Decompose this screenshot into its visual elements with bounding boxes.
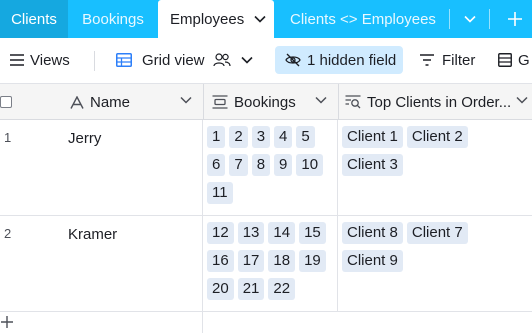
column-header-bookings[interactable]: Bookings: [203, 84, 337, 120]
column-bookings-label: Bookings: [234, 93, 296, 111]
booking-chip[interactable]: 18: [268, 250, 296, 272]
view-name: Grid view: [142, 51, 205, 69]
booking-chip[interactable]: 19: [299, 250, 326, 272]
top-clients-cell[interactable]: Client 8 Client 7 Client 9: [342, 222, 532, 278]
tab-clients-label: Clients: [11, 10, 57, 28]
table-tab-bar: Clients Bookings Employees Clients <> Em…: [0, 0, 532, 38]
menu-icon: [10, 54, 24, 66]
chevron-down-icon[interactable]: [180, 96, 192, 104]
booking-chip[interactable]: 15: [299, 222, 326, 244]
tab-divider: [449, 9, 450, 29]
views-button[interactable]: Views: [10, 46, 70, 74]
filter-button[interactable]: Filter: [420, 46, 475, 74]
chevron-down-icon[interactable]: [516, 96, 528, 104]
column-header-name[interactable]: Name: [62, 84, 202, 120]
booking-chip[interactable]: 4: [274, 126, 293, 148]
bookings-cell[interactable]: 1 2 3 4 5 6 7 8 9 10 11: [207, 126, 335, 210]
booking-chip[interactable]: 20: [207, 278, 234, 300]
tab-clients[interactable]: Clients: [0, 0, 68, 38]
booking-chip[interactable]: 3: [251, 126, 271, 148]
column-divider: [202, 312, 203, 333]
records-grid: Name Bookings Top Clients in Order... 1 …: [0, 84, 532, 333]
name-cell[interactable]: Jerry: [68, 130, 101, 147]
column-divider: [202, 120, 203, 215]
column-header-top-clients[interactable]: Top Clients in Order...: [338, 84, 532, 120]
booking-chip[interactable]: 13: [237, 222, 265, 244]
tab-clients-employees[interactable]: Clients <> Employees: [276, 0, 448, 38]
booking-chip[interactable]: 14: [268, 222, 296, 244]
plus-icon: [1, 316, 13, 328]
booking-chip[interactable]: 21: [237, 278, 265, 300]
client-chip[interactable]: Client 1: [342, 126, 403, 148]
toolbar-divider: [94, 51, 95, 71]
more-tables-button[interactable]: [452, 0, 488, 38]
row-number: 1: [4, 130, 12, 145]
client-chip[interactable]: Client 8: [342, 222, 403, 244]
tab-employees[interactable]: Employees: [158, 0, 274, 38]
booking-chip[interactable]: 17: [237, 250, 265, 272]
linked-record-icon: [212, 95, 228, 109]
chevron-down-icon: [464, 15, 476, 23]
views-label: Views: [30, 51, 70, 69]
view-toolbar: Views Grid view 1 hidden field Filter G: [0, 38, 532, 84]
booking-chip[interactable]: 7: [229, 154, 248, 176]
bookings-cell[interactable]: 12 13 14 15 16 17 18 19 20 21 22: [207, 222, 335, 306]
client-chip[interactable]: Client 9: [342, 250, 403, 272]
column-top-clients-label: Top Clients in Order...: [367, 93, 512, 111]
booking-chip[interactable]: 6: [207, 154, 226, 176]
booking-chip[interactable]: 22: [268, 278, 296, 300]
group-label: G: [518, 51, 530, 69]
table-row[interactable]: 2 Kramer 12 13 14 15 16 17 18 19 20 21 2…: [0, 216, 532, 312]
add-record-row[interactable]: [0, 312, 532, 333]
add-record-button[interactable]: [0, 314, 14, 332]
filter-icon: [420, 54, 434, 66]
hidden-fields-label: 1 hidden field: [307, 51, 397, 69]
collaborators-icon: [212, 53, 231, 67]
column-divider: [202, 216, 203, 311]
booking-chip[interactable]: 16: [207, 250, 234, 272]
group-icon: [498, 53, 512, 67]
plus-icon: [508, 12, 522, 26]
tab-divider: [489, 9, 490, 29]
select-all-checkbox[interactable]: [0, 96, 12, 108]
table-row[interactable]: 1 Jerry 1 2 3 4 5 6 7 8 9 10 11 Client 1…: [0, 120, 532, 216]
tab-employees-label: Employees: [170, 10, 245, 28]
client-chip[interactable]: Client 7: [406, 222, 468, 244]
text-field-icon: [70, 95, 84, 109]
client-chip[interactable]: Client 2: [406, 126, 468, 148]
booking-chip[interactable]: 10: [296, 154, 324, 176]
tab-bookings[interactable]: Bookings: [68, 0, 158, 38]
booking-chip[interactable]: 5: [296, 126, 315, 148]
top-clients-cell[interactable]: Client 1 Client 2 Client 3: [342, 126, 532, 182]
booking-chip[interactable]: 11: [207, 182, 233, 204]
booking-chip[interactable]: 1: [207, 126, 226, 148]
view-switcher-button[interactable]: Grid view: [116, 46, 253, 74]
column-divider: [337, 120, 338, 215]
chevron-down-icon[interactable]: [254, 15, 266, 23]
group-button[interactable]: G: [498, 46, 530, 74]
eye-slash-icon: [285, 53, 301, 67]
name-cell[interactable]: Kramer: [68, 226, 117, 243]
add-table-button[interactable]: [500, 0, 530, 38]
chevron-down-icon[interactable]: [315, 96, 327, 104]
booking-chip[interactable]: 9: [274, 154, 293, 176]
row-number: 2: [4, 226, 12, 241]
tab-bookings-label: Bookings: [82, 10, 144, 28]
column-divider: [337, 216, 338, 311]
select-all-cell: [0, 84, 62, 120]
chevron-down-icon: [240, 56, 253, 64]
booking-chip[interactable]: 12: [207, 222, 234, 244]
tab-clients-employees-label: Clients <> Employees: [290, 10, 436, 28]
grid-header: Name Bookings Top Clients in Order...: [0, 84, 532, 120]
booking-chip[interactable]: 2: [229, 126, 248, 148]
hide-fields-button[interactable]: 1 hidden field: [275, 46, 403, 74]
lookup-field-icon: [345, 95, 361, 109]
grid-icon: [116, 53, 132, 67]
filter-label: Filter: [442, 51, 476, 69]
booking-chip[interactable]: 8: [251, 154, 271, 176]
column-name-label: Name: [90, 93, 131, 111]
client-chip[interactable]: Client 3: [342, 154, 403, 176]
